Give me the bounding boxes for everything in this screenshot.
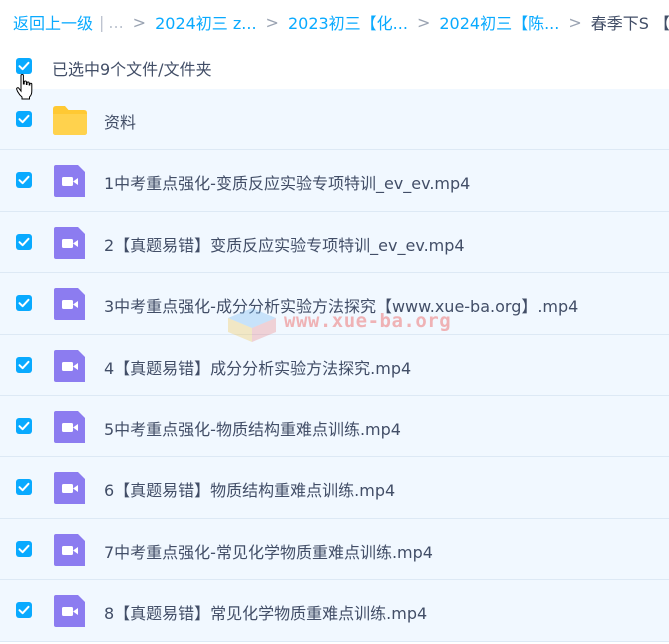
breadcrumb-separator: > — [132, 12, 147, 32]
video-file-icon — [54, 472, 85, 505]
back-link[interactable]: 返回上一级 — [13, 10, 93, 34]
checkbox-checked-icon — [18, 61, 30, 71]
breadcrumb-separator: > — [568, 12, 582, 32]
file-name[interactable]: 4【真题易错】成分分析实验方法探究.mp4 — [104, 355, 411, 379]
breadcrumb-item-2[interactable]: 2023初三【化... — [288, 10, 408, 34]
checkbox-checked-icon — [18, 483, 30, 492]
checkbox-checked-icon — [18, 176, 30, 185]
file-name[interactable]: 7中考重点强化-常见化学物质重难点训练.mp4 — [104, 539, 433, 563]
breadcrumb-item-3[interactable]: 2024初三【陈... — [439, 10, 559, 34]
video-file-icon — [54, 288, 85, 321]
breadcrumb-item-1[interactable]: 2024初三 z... — [155, 10, 256, 34]
item-checkbox[interactable] — [16, 479, 32, 496]
video-file-icon — [54, 165, 85, 198]
list-item-folder[interactable]: 资料 — [0, 89, 669, 151]
checkbox-checked-icon — [18, 544, 30, 553]
item-checkbox[interactable] — [16, 356, 32, 373]
video-file-icon — [54, 410, 85, 443]
selection-bar: 已选中9个文件/文件夹 — [0, 44, 669, 88]
breadcrumb-separator: > — [265, 12, 279, 32]
list-item-video[interactable]: 6【真题易错】物质结构重难点训练.mp4 — [0, 457, 669, 519]
video-file-icon — [54, 349, 85, 382]
video-file-icon — [54, 533, 85, 566]
select-all-checkbox[interactable] — [16, 58, 32, 74]
item-checkbox[interactable] — [16, 172, 32, 189]
list-item-video[interactable]: 4【真题易错】成分分析实验方法探究.mp4 — [0, 334, 669, 396]
video-file-icon — [54, 595, 85, 628]
file-name[interactable]: 8【真题易错】常见化学物质重难点训练.mp4 — [104, 600, 427, 624]
file-name[interactable]: 3中考重点强化-成分分析实验方法探究【www.xue-ba.org】.mp4 — [104, 293, 578, 317]
file-name[interactable]: 2【真题易错】变质反应实验专项特训_ev_ev.mp4 — [104, 232, 465, 256]
file-name[interactable]: 资料 — [104, 109, 136, 133]
breadcrumb-current: 春季下S 【ww... — [590, 14, 669, 33]
list-item-video[interactable]: 1中考重点强化-变质反应实验专项特训_ev_ev.mp4 — [0, 150, 669, 212]
folder-icon — [53, 106, 87, 135]
file-name[interactable]: 1中考重点强化-变质反应实验专项特训_ev_ev.mp4 — [104, 170, 470, 194]
selection-summary: 已选中9个文件/文件夹 — [52, 60, 212, 79]
list-item-video[interactable]: 8【真题易错】常见化学物质重难点训练.mp4 — [0, 580, 669, 642]
checkbox-checked-icon — [18, 237, 30, 246]
item-checkbox[interactable] — [16, 233, 32, 250]
file-name[interactable]: 5中考重点强化-物质结构重难点训练.mp4 — [104, 416, 401, 440]
checkbox-checked-icon — [18, 114, 30, 124]
file-list: 资料 1中考重点强化-变质反应实验专项特训_ev_ev.mp4 2【真题易错】变… — [0, 89, 669, 642]
breadcrumb-separator: > — [416, 12, 431, 32]
video-file-icon — [54, 226, 85, 259]
item-checkbox[interactable] — [16, 602, 32, 619]
checkbox-checked-icon — [18, 360, 30, 369]
checkbox-checked-icon — [18, 421, 30, 431]
item-checkbox[interactable] — [16, 295, 32, 312]
item-checkbox[interactable] — [16, 111, 32, 127]
item-checkbox[interactable] — [16, 417, 32, 434]
checkbox-checked-icon — [18, 298, 30, 308]
checkbox-checked-icon — [18, 605, 30, 615]
breadcrumb-ellipsis[interactable]: ... — [108, 13, 123, 32]
list-item-video[interactable]: 3中考重点强化-成分分析实验方法探究【www.xue-ba.org】.mp4 — [0, 273, 669, 335]
list-item-video[interactable]: 5中考重点强化-物质结构重难点训练.mp4 — [0, 395, 669, 458]
list-item-video[interactable]: 7中考重点强化-常见化学物质重难点训练.mp4 — [0, 518, 669, 581]
item-checkbox[interactable] — [16, 540, 32, 557]
breadcrumb-divider: | — [99, 12, 105, 32]
file-name[interactable]: 6【真题易错】物质结构重难点训练.mp4 — [104, 477, 395, 501]
list-item-video[interactable]: 2【真题易错】变质反应实验专项特训_ev_ev.mp4 — [0, 211, 669, 274]
breadcrumb: 返回上一级 | ... > 2024初三 z... > 2023初三【化... … — [0, 0, 669, 44]
